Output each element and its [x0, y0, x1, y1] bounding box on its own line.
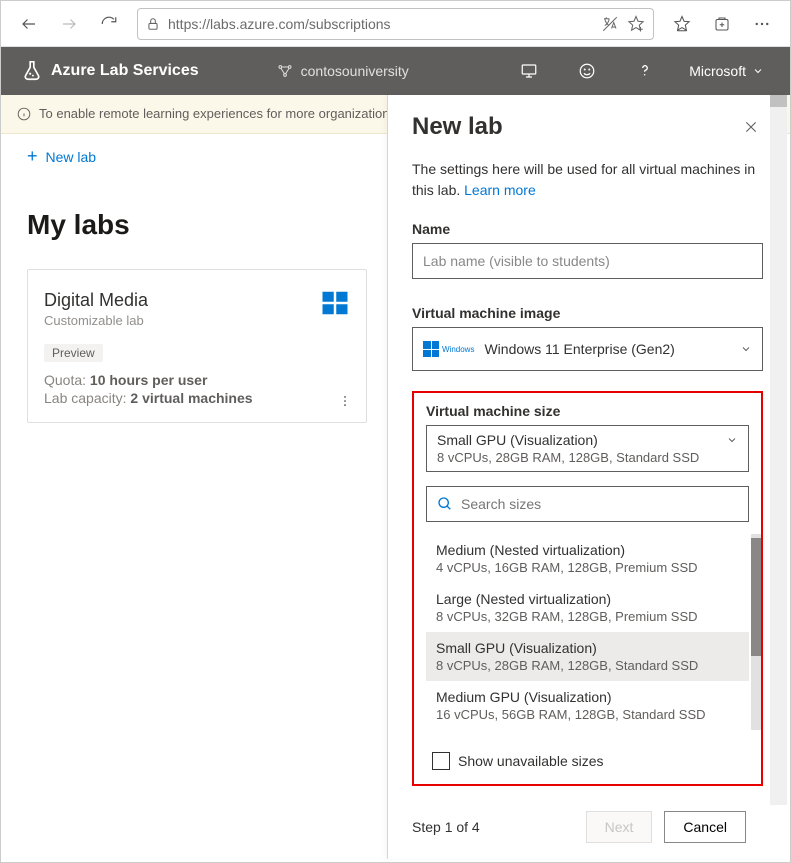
browser-toolbar: https://labs.azure.com/subscriptions	[1, 1, 790, 47]
search-icon	[437, 496, 453, 512]
size-label: Virtual machine size	[426, 403, 749, 419]
size-search-box[interactable]	[426, 486, 749, 522]
show-unavailable-checkbox[interactable]	[432, 752, 450, 770]
size-list: Medium (Nested virtualization) 4 vCPUs, …	[426, 534, 749, 730]
size-list-scrollbar[interactable]	[751, 534, 761, 730]
step-label: Step 1 of 4	[412, 819, 574, 835]
chevron-down-icon	[740, 343, 752, 355]
panel-footer: Step 1 of 4 Next Cancel	[388, 799, 770, 859]
preview-badge: Preview	[44, 344, 103, 362]
windows-icon	[320, 288, 350, 318]
forward-button[interactable]	[51, 6, 87, 42]
lab-card[interactable]: Digital Media Customizable lab Preview Q…	[27, 269, 367, 423]
lab-title: Digital Media	[44, 290, 350, 311]
url-text: https://labs.azure.com/subscriptions	[168, 16, 593, 32]
show-unavailable-label: Show unavailable sizes	[458, 753, 604, 769]
account-name: Microsoft	[689, 63, 746, 79]
capacity-line: Lab capacity: 2 virtual machines	[44, 390, 350, 406]
new-lab-panel: New lab The settings here will be used f…	[387, 95, 787, 859]
next-button[interactable]: Next	[586, 811, 653, 843]
size-option[interactable]: Medium GPU (Visualization) 16 vCPUs, 56G…	[426, 681, 749, 730]
size-option[interactable]: Medium (Nested virtualization) 4 vCPUs, …	[426, 534, 749, 583]
vm-size-select[interactable]: Small GPU (Visualization) 8 vCPUs, 28GB …	[426, 425, 749, 472]
image-label: Virtual machine image	[412, 305, 763, 321]
size-selected-specs: 8 vCPUs, 28GB RAM, 128GB, Standard SSD	[437, 450, 738, 465]
quota-line: Quota: 10 hours per user	[44, 372, 350, 388]
chevron-down-icon	[726, 434, 738, 446]
size-search-input[interactable]	[461, 496, 738, 512]
account-menu[interactable]: Microsoft	[683, 63, 770, 79]
close-button[interactable]	[739, 115, 763, 139]
lab-subtitle: Customizable lab	[44, 313, 350, 328]
new-lab-button[interactable]: + New lab	[17, 140, 106, 173]
help-button[interactable]	[625, 62, 665, 80]
new-lab-label: New lab	[46, 149, 97, 165]
size-selected-name: Small GPU (Visualization)	[437, 432, 598, 448]
vm-size-section: Virtual machine size Small GPU (Visualiz…	[412, 391, 763, 786]
plus-icon: +	[27, 146, 38, 167]
labs-logo-icon	[21, 60, 43, 82]
collections-button[interactable]	[704, 6, 740, 42]
org-name: contosouniversity	[301, 63, 409, 79]
info-icon	[17, 107, 31, 121]
favorites-button[interactable]	[664, 6, 700, 42]
add-favorite-icon[interactable]	[627, 15, 645, 33]
card-more-button[interactable]	[334, 390, 356, 412]
panel-scrollbar[interactable]	[770, 95, 787, 805]
more-button[interactable]	[744, 6, 780, 42]
name-label: Name	[412, 221, 763, 237]
windows-badge: Windows	[423, 341, 474, 357]
azure-header: Azure Lab Services contosouniversity Mic…	[1, 47, 790, 95]
brand[interactable]: Azure Lab Services	[21, 60, 199, 82]
lab-name-input[interactable]	[412, 243, 763, 279]
panel-title: New lab	[412, 113, 739, 141]
network-icon	[277, 63, 293, 79]
refresh-button[interactable]	[91, 6, 127, 42]
back-button[interactable]	[11, 6, 47, 42]
show-unavailable-row[interactable]: Show unavailable sizes	[426, 752, 749, 770]
no-translate-icon[interactable]	[601, 15, 619, 33]
org-selector[interactable]: contosouniversity	[277, 63, 409, 79]
chevron-down-icon	[752, 65, 764, 77]
monitor-button[interactable]	[509, 62, 549, 80]
brand-text: Azure Lab Services	[51, 62, 199, 80]
size-option-selected[interactable]: Small GPU (Visualization) 8 vCPUs, 28GB …	[426, 632, 749, 681]
lock-icon	[146, 17, 160, 31]
size-option[interactable]: Large (Nested virtualization) 8 vCPUs, 3…	[426, 583, 749, 632]
cancel-button[interactable]: Cancel	[664, 811, 746, 843]
panel-header: New lab	[388, 95, 787, 151]
feedback-button[interactable]	[567, 62, 607, 80]
panel-description: The settings here will be used for all v…	[412, 159, 763, 201]
vm-image-select[interactable]: Windows Windows 11 Enterprise (Gen2)	[412, 327, 763, 371]
learn-more-link[interactable]: Learn more	[464, 182, 536, 198]
image-value: Windows 11 Enterprise (Gen2)	[484, 341, 674, 357]
address-bar[interactable]: https://labs.azure.com/subscriptions	[137, 8, 654, 40]
